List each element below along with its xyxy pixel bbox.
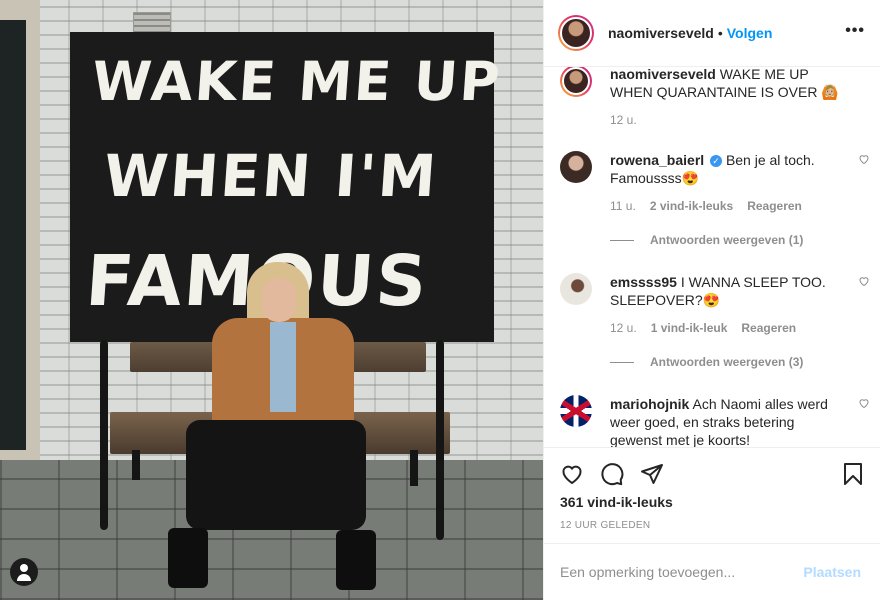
replies-divider [610,239,634,241]
verified-badge-icon: ✓ [710,155,723,167]
comment-username[interactable]: rowena_baierl [610,152,704,168]
comment-text: rowena_baierl ✓ Ben je al toch. Famousss… [610,151,850,187]
bench-leg [410,450,418,486]
post-caption: naomiverseveld WAKE ME UP WHEN QUARANTAI… [560,67,870,127]
comment-username[interactable]: mariohojnik [610,396,689,412]
like-heart-icon[interactable] [858,397,870,409]
person-shirt [270,322,296,412]
post-header: naomiverseveld • Volgen ••• [544,0,880,67]
comment-input[interactable] [560,564,790,580]
share-icon[interactable] [640,462,664,486]
person-face [262,278,296,322]
comment-item: emssss95 I WANNA SLEEP TOO. SLEEPOVER?😍 … [560,273,870,369]
bench-leg [436,340,444,540]
add-comment-bar: Plaatsen [544,543,880,600]
comment-text: emssss95 I WANNA SLEEP TOO. SLEEPOVER?😍 [610,273,850,309]
view-replies-button[interactable]: Antwoorden weergeven (1) [610,233,870,247]
bench-leg [132,450,140,480]
avatar[interactable] [560,395,592,427]
header-separator: • [717,25,723,41]
comment-username[interactable]: emssss95 [610,274,677,290]
comment-time[interactable]: 12 u. [610,321,637,335]
boot [168,528,208,588]
person-legs [186,420,366,530]
sign-line: WAKE ME UP [89,50,504,113]
avatar[interactable] [560,151,592,183]
avatar[interactable] [558,15,594,51]
post-side-panel: naomiverseveld • Volgen ••• naomiverseve… [543,0,880,600]
comment-likes[interactable]: 2 vind-ik-leuks [650,199,733,213]
like-heart-icon[interactable] [858,153,870,165]
more-options-icon[interactable]: ••• [845,22,865,40]
like-heart-icon[interactable] [858,275,870,287]
avatar[interactable] [560,273,592,305]
sign-line: WHEN I'M [101,142,441,210]
caption-username[interactable]: naomiverseveld [610,67,716,82]
like-count[interactable]: 361 vind-ik-leuks [560,494,673,510]
post-comment-button[interactable]: Plaatsen [803,564,861,580]
view-replies-button[interactable]: Antwoorden weergeven (3) [610,355,870,369]
comment-time[interactable]: 11 u. [610,199,636,213]
bench-leg [100,340,108,530]
comment-meta: 12 u. 1 vind-ik-leuk Reageren [610,321,870,335]
comment-item: rowena_baierl ✓ Ben je al toch. Famousss… [560,151,870,247]
reply-button[interactable]: Reageren [747,199,802,213]
heart-icon[interactable] [560,462,584,486]
author-username[interactable]: naomiverseveld [608,25,714,41]
caption-time[interactable]: 12 u. [610,113,637,127]
posted-time[interactable]: 12 UUR GELEDEN [560,520,650,531]
comment-icon[interactable] [600,462,624,486]
comment-item: mariohojnik Ach Naomi alles werd weer go… [560,395,870,447]
comments-list[interactable]: naomiverseveld WAKE ME UP WHEN QUARANTAI… [544,67,880,447]
follow-button[interactable]: Volgen [727,25,773,41]
post-actions: 361 vind-ik-leuks 12 UUR GELEDEN [544,447,880,543]
comment-meta: 11 u. 2 vind-ik-leuks Reageren [610,199,870,213]
replies-divider [610,361,634,363]
person-icon[interactable] [10,558,38,586]
bookmark-icon[interactable] [841,462,865,486]
door [0,20,26,450]
comment-likes[interactable]: 1 vind-ik-leuk [651,321,728,335]
reply-button[interactable]: Reageren [741,321,796,335]
comment-text: mariohojnik Ach Naomi alles werd weer go… [610,395,850,447]
post-photo[interactable]: WAKE ME UP WHEN I'M FAMOUS [0,0,543,600]
boot [336,530,376,590]
view-replies-label: Antwoorden weergeven (3) [650,355,804,369]
caption-meta: 12 u. [610,113,870,127]
avatar[interactable] [560,67,592,97]
view-replies-label: Antwoorden weergeven (1) [650,233,804,247]
caption-text: naomiverseveld WAKE ME UP WHEN QUARANTAI… [610,67,850,101]
